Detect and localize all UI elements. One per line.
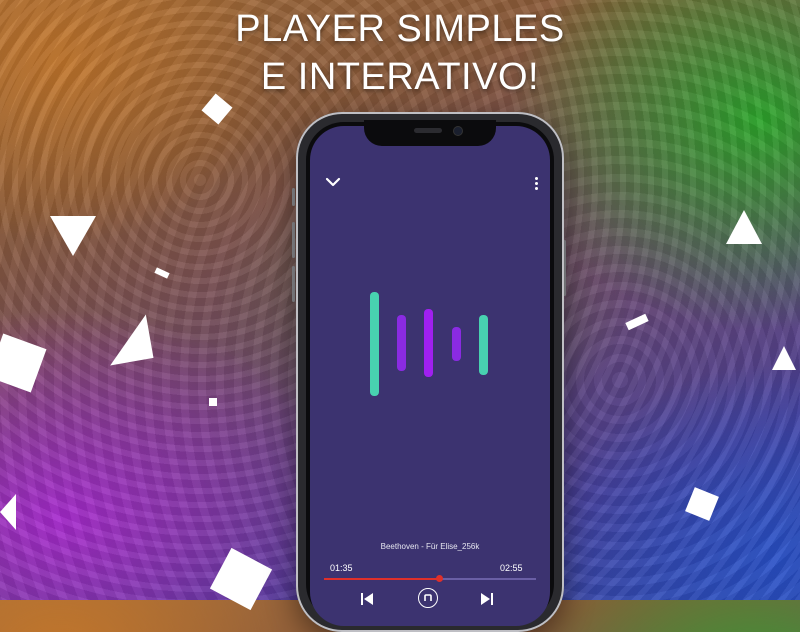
previous-button[interactable] [360, 588, 380, 608]
phone-volume-up-button [292, 222, 295, 258]
phone-speaker [414, 128, 442, 133]
total-duration: 02:55 [500, 563, 523, 573]
confetti-square [209, 398, 217, 406]
confetti-triangle [772, 346, 796, 370]
confetti-square [625, 313, 649, 331]
more-options-button[interactable] [532, 176, 540, 192]
phone-side-button [292, 188, 295, 206]
skip-next-icon [481, 593, 493, 605]
confetti-triangle [726, 210, 762, 244]
visualizer-bar [479, 315, 488, 375]
seek-bar[interactable] [324, 575, 536, 582]
chevron-down-icon [325, 177, 341, 187]
player-screen: Beethoven - Für Elise_256k 01:35 02:55 [310, 126, 550, 626]
skip-previous-icon [361, 593, 373, 605]
front-camera-icon [454, 127, 462, 135]
confetti-triangle [102, 314, 154, 366]
more-vertical-icon [532, 177, 540, 190]
play-pause-button[interactable] [418, 588, 438, 608]
visualizer-bar [424, 309, 433, 377]
confetti-square [154, 267, 170, 279]
confetti-square [209, 547, 273, 611]
phone-volume-down-button [292, 266, 295, 302]
collapse-button[interactable] [324, 174, 342, 192]
visualizer-bar [397, 315, 406, 371]
elapsed-time: 01:35 [330, 563, 353, 573]
seek-bar-progress [324, 578, 440, 580]
visualizer-bar [370, 292, 379, 396]
confetti-square [685, 487, 719, 521]
confetti-triangle [50, 216, 96, 256]
track-title: Beethoven - Für Elise_256k [380, 542, 480, 551]
next-button[interactable] [480, 588, 500, 608]
seek-bar-thumb[interactable] [436, 575, 444, 582]
phone-notch [364, 120, 496, 146]
promo-headline-line1: PLAYER SIMPLES [235, 8, 565, 50]
confetti-triangle [0, 494, 16, 530]
phone-frame: Beethoven - Für Elise_256k 01:35 02:55 [296, 112, 564, 632]
play-pause-icon [418, 588, 438, 608]
promo-headline-line2: E INTERATIVO! [260, 56, 540, 98]
confetti-square [0, 333, 47, 393]
visualizer-bar [452, 327, 461, 361]
